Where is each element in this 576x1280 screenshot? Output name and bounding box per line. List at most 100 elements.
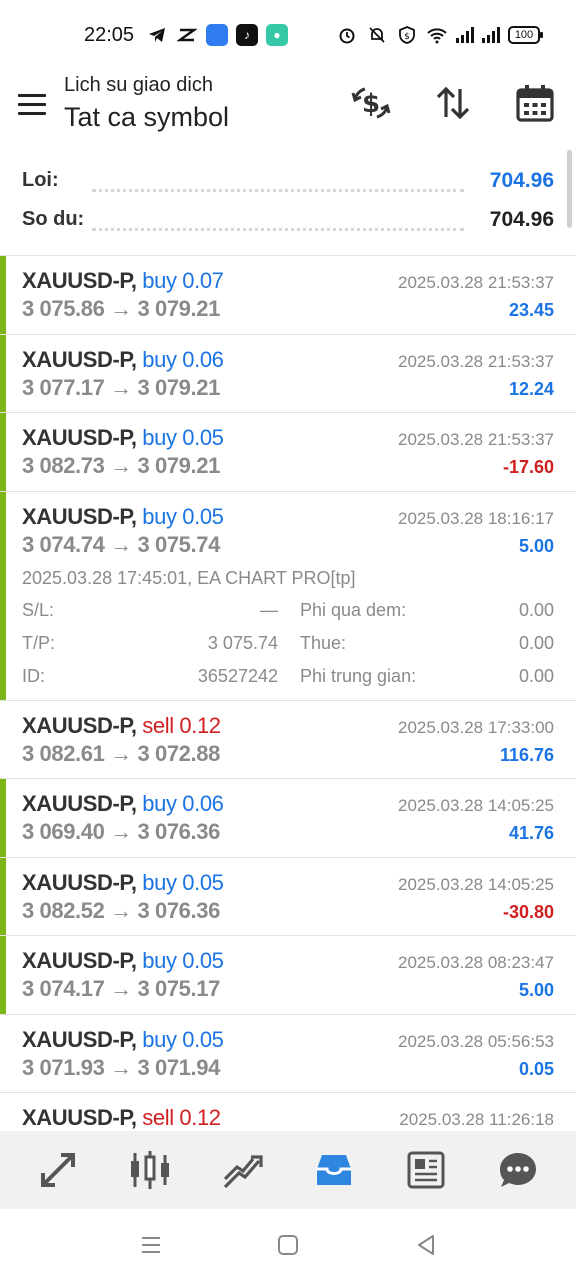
scrollbar[interactable] [567,150,572,228]
buy-indicator-bar [0,491,6,700]
trade-profit: 23.45 [508,300,554,320]
telegram-icon [146,24,168,46]
trade-row[interactable]: XAUUSD-P, sell 0.12 3 082.61 → 3 072.88 20… [0,701,576,779]
id-label: ID: [22,665,46,686]
trade-symbol: XAUUSD-P, [22,869,137,895]
system-navigation [0,1209,576,1280]
history-icon[interactable] [304,1140,364,1200]
trade-profit: 12.24 [508,378,554,399]
trade-prices: 3 075.86 → 3 079.21 [22,296,220,321]
bottom-navigation [0,1131,576,1209]
trade-row[interactable]: XAUUSD-P, buy 0.06 3 077.17 → 3 079.21 202… [0,334,576,413]
balance-value: 704.96 [489,208,554,231]
trade-row[interactable]: XAUUSD-P, buy 0.07 3 075.86 → 3 079.21 202… [0,256,576,335]
chart-icon[interactable] [120,1140,180,1200]
trade-symbol-line: XAUUSD-P, buy 0.06 [22,347,224,373]
back-icon[interactable] [412,1231,440,1259]
signal-icon [482,27,500,43]
trade-symbol-line: XAUUSD-P, buy 0.05 [22,870,224,896]
account-summary: Loi: 704.96 So du: 704.96 [0,160,576,254]
trade-profit: 5.00 [518,535,554,556]
commission-label: Phi trung gian: [300,665,417,686]
trade-prices: 3 071.93 → 3 071.94 [22,1054,220,1080]
news-icon[interactable] [396,1140,456,1200]
alarm-icon [336,24,358,46]
trade-symbol-line: XAUUSD-P, sell 0.12 [22,1105,221,1131]
profit-row: Loi: 704.96 [22,169,554,199]
trade-prices: 3 077.17 → 3 079.21 [22,374,220,400]
sort-icon[interactable] [432,82,474,124]
app-icon [206,24,228,46]
trade-time: 2025.03.28 05:56:53 [398,1031,554,1051]
tiktok-icon: ♪ [236,24,258,46]
tp-value: 3 075.74 [207,632,278,653]
trade-row[interactable]: XAUUSD-P, buy 0.05 3 082.73 → 3 079.21 202… [0,413,576,492]
menu-icon[interactable] [16,90,48,122]
signal-icon [456,27,474,43]
swap-label: Phi qua dem: [300,599,407,620]
trade-time: 2025.03.28 14:05:25 [398,796,554,815]
recents-icon[interactable] [137,1231,165,1259]
wifi-icon [426,24,448,46]
trade-symbol: XAUUSD-P, [22,712,137,738]
shield-icon: $ [396,24,418,46]
trade-profit: 116.76 [499,744,554,765]
sl-value: — [260,599,278,620]
trade-profit: 0.05 [518,1058,554,1079]
trade-row[interactable]: XAUUSD-P, buy 0.05 3 082.52 → 3 076.36 202… [0,857,576,936]
id-value: 36527242 [197,665,278,686]
trade-time: 2025.03.28 21:53:37 [398,351,554,371]
balance-row: So du: 704.96 [22,208,554,238]
system-status-icons: $ 100 [336,24,543,46]
trade-direction: buy 0.06 [142,346,224,372]
trade-profit: 5.00 [518,980,554,1000]
bell-off-icon [366,24,388,46]
notification-icons: ♪ ● [146,24,288,46]
buy-indicator-bar [0,936,6,1014]
trade-time: 2025.03.28 21:53:37 [398,430,554,449]
trade-symbol: XAUUSD-P, [22,425,137,450]
symbol-filter[interactable]: Tat ca symbol [64,102,229,133]
trade-time: 2025.03.28 11:26:18 [399,1110,554,1129]
messages-icon[interactable] [488,1140,548,1200]
trade-profit: -17.60 [502,457,554,477]
trade-direction: sell 0.12 [142,712,221,738]
trade-symbol-line: XAUUSD-P, buy 0.05 [22,948,224,974]
trade-direction: buy 0.07 [142,268,224,293]
buy-indicator-bar [0,857,6,935]
trade-prices: 3 069.40 → 3 076.36 [22,819,220,844]
trade-row[interactable]: XAUUSD-P, buy 0.06 3 069.40 → 3 076.36 202… [0,779,576,858]
trade-direction: buy 0.05 [142,948,224,973]
currency-exchange-icon[interactable]: $ [350,82,392,124]
trade-symbol: XAUUSD-P, [22,791,137,816]
buy-indicator-bar [0,413,6,491]
trade-prices: 3 074.17 → 3 075.17 [22,976,220,1001]
svg-text:$: $ [404,32,410,42]
tp-label: T/P: [22,632,56,653]
swap-value: 0.00 [518,599,554,620]
trade-history-list[interactable]: XAUUSD-P, buy 0.07 3 075.86 → 3 079.21 202… [0,255,576,1131]
home-icon[interactable] [274,1231,302,1259]
trade-row[interactable]: XAUUSD-P, buy 0.05 3 074.74 → 3 075.74 202… [0,491,576,701]
trade-profit: 41.76 [508,823,554,843]
trade-direction: buy 0.05 [142,869,224,895]
trade-direction: buy 0.05 [142,503,224,529]
calendar-icon[interactable] [514,82,556,124]
trade-symbol-line: XAUUSD-P, sell 0.12 [22,713,221,739]
trade-symbol: XAUUSD-P, [22,503,137,529]
dotted-leader [92,228,464,231]
trade-symbol-line: XAUUSD-P, buy 0.05 [22,504,224,530]
trade-icon[interactable] [212,1140,272,1200]
tax-value: 0.00 [518,632,554,653]
trade-direction: buy 0.05 [142,1026,224,1052]
app-header: Lich su giao dich Tat ca symbol $ [0,72,576,144]
trade-row[interactable]: XAUUSD-P, buy 0.05 3 074.17 → 3 075.17 202… [0,936,576,1015]
trade-row[interactable]: XAUUSD-P, buy 0.05 3 071.93 → 3 071.94 202… [0,1015,576,1093]
profit-value: 704.96 [489,169,554,192]
sl-label: S/L: [22,599,55,620]
page-title: Lich su giao dich [64,74,213,96]
quotes-icon[interactable] [28,1140,88,1200]
battery-icon: 100 [508,26,543,44]
trade-row[interactable]: XAUUSD-P, sell 0.12 2025.03.28 11:26:18 [0,1093,576,1131]
buy-indicator-bar [0,334,6,412]
